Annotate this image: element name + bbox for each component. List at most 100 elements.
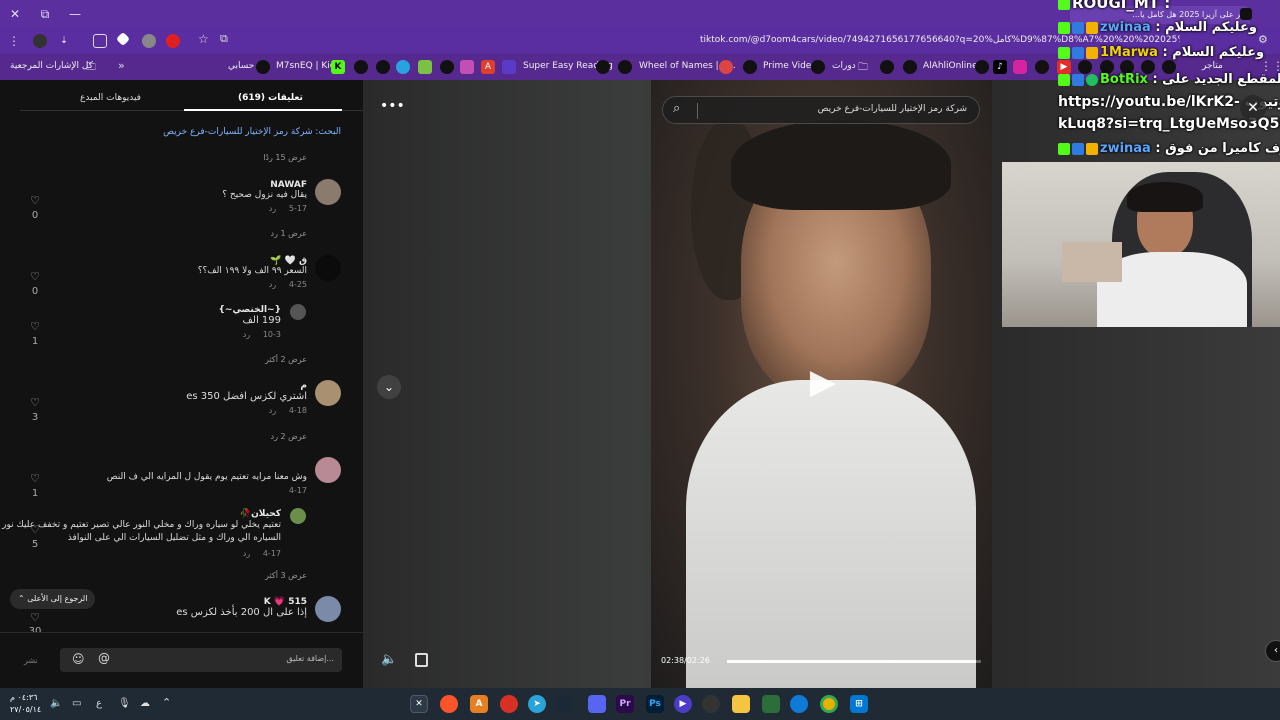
like-heart-icon[interactable]: ♡ [28,523,42,536]
comment-user[interactable]: كحيلان🥀 [1,509,281,519]
minimize-window-button[interactable]: — [60,0,90,28]
cloud-icon[interactable]: ☁ [140,698,150,709]
avatar[interactable] [315,179,341,205]
close-video-icon[interactable]: ✕ [1240,95,1266,121]
like-heart-icon[interactable]: ♡ [28,472,42,485]
comment-user[interactable]: م [186,381,307,391]
video-player[interactable]: ▶ [651,80,992,688]
comment-user[interactable]: {~الخنصي~} [219,305,282,315]
volume-icon[interactable]: 🔈 [381,652,397,667]
comment-input[interactable]: إضافة تعليق... ☺ @ [60,648,342,672]
extension-diamond-icon[interactable] [115,31,131,47]
view-replies-top[interactable]: عرض 15 ردًا [263,153,307,162]
video-search-box[interactable]: شركة رمز الإختيار للسيارات-فرع خريص ⌕ [662,96,980,124]
crown-badge-icon [1086,21,1098,34]
input-language[interactable]: ع [96,698,102,709]
comment-text: إذا على ال 200 بأخذ لكزس es [176,607,307,618]
avatar[interactable] [290,304,306,320]
like-heart-icon[interactable]: ♡ [28,194,42,207]
restore-window-button[interactable]: ⧉ [30,0,60,28]
file-explorer-icon[interactable] [732,695,750,713]
sword-badge-icon [1072,21,1084,34]
search-icon[interactable]: ⌕ [673,101,680,116]
close-window-button[interactable]: ✕ [0,0,30,28]
apps-grid-icon[interactable]: ⋮⋮ [1260,59,1280,73]
downloads-icon[interactable]: ⇣ [57,34,71,48]
emoji-icon[interactable]: ☺ [72,652,85,666]
bookmark-account[interactable]: حسابي [228,61,254,71]
globe-icon-3 [376,60,390,74]
view-replies[interactable]: عرض 1 رد [271,229,307,238]
profile-icon[interactable] [33,34,47,48]
app-red-icon[interactable] [500,695,518,713]
reply-button[interactable]: رد [269,406,276,415]
reply-button[interactable]: رد [269,280,276,289]
avatar[interactable] [315,255,341,281]
url-text[interactable]: tiktok.com/@d7oom4cars/video/74942716561… [700,35,1180,45]
globe-icon-6 [618,60,632,74]
bookmark-all[interactable]: كل الإشارات المرجعية [10,61,93,71]
comment-user[interactable]: ق 🤍 🌱 [198,256,307,266]
reply-button[interactable]: رد [269,204,276,213]
speaker-icon[interactable]: 🔈 [50,698,62,709]
app-orange-icon[interactable]: A [470,695,488,713]
avatar[interactable] [315,380,341,406]
reply-button[interactable]: رد [243,549,250,558]
like-heart-icon[interactable]: ♡ [28,270,42,283]
like-heart-icon[interactable]: ♡ [28,396,42,409]
clock-date[interactable]: ٢٧/٠٥/١٤ [10,705,41,714]
share-icon[interactable]: ⧉ [220,32,228,46]
tab-comments[interactable]: (619) تعليقات [238,93,303,103]
comment-user[interactable]: K 💗 515 [176,597,307,607]
comment-user[interactable]: NAWAF [222,180,307,190]
premiere-icon[interactable]: Pr [616,695,634,713]
view-replies[interactable]: عرض 2 رد [271,432,307,441]
task-view-icon[interactable]: ✕ [410,695,428,713]
bookmark-alahli[interactable]: AlAhliOnline [923,61,978,71]
discord-icon[interactable] [588,695,606,713]
reply-button[interactable]: رد [243,330,250,339]
telegram-icon[interactable]: ➤ [528,695,546,713]
extensions-icon[interactable] [93,34,107,48]
tray-overflow-icon[interactable]: ⌃ [162,696,171,709]
extension-red-icon[interactable] [166,34,180,48]
media-player-icon[interactable]: ▶ [674,695,692,713]
side-arrow-icon[interactable]: ‹ [1265,640,1280,662]
tab-creator-videos[interactable]: فيديوهات المبدع [80,93,141,103]
chrome-icon[interactable] [820,695,838,713]
bookmark-stores[interactable]: متاجر [1202,61,1223,71]
extension-circle-icon[interactable] [142,34,156,48]
sword-badge-icon [1072,142,1084,155]
mention-icon[interactable]: @ [98,651,110,665]
bookmark-prime-video[interactable]: Prime Video [763,61,817,71]
view-replies[interactable]: عرض 2 أكثر [265,355,307,364]
bookmark-star-icon[interactable]: ☆ [198,32,209,46]
clock-time[interactable]: ٠٤:٣٦ م [10,693,37,702]
search-hint-link[interactable]: البحث: شركة رمز الإختيار للسيارات-فرع خر… [163,127,341,137]
avatar[interactable] [290,508,306,524]
menu-dots-icon[interactable]: ⋮ [8,34,20,48]
like-heart-icon[interactable]: ♡ [28,320,42,333]
photoshop-icon[interactable]: Ps [646,695,664,713]
next-video-chevron-icon[interactable]: ⌄ [377,375,401,399]
back-to-top-button[interactable]: الرجوع إلى الأعلى ⌃ [10,589,96,609]
like-heart-icon[interactable]: ♡ [28,611,42,624]
avatar[interactable] [315,596,341,622]
mic-icon[interactable]: 🎙 [118,698,131,709]
bookmark-courses[interactable]: دورات [832,61,856,71]
more-options-icon[interactable]: ••• [380,98,405,114]
play-icon[interactable]: ▶ [806,365,840,399]
sword-badge-icon [1072,46,1084,59]
steam-icon[interactable] [556,695,574,713]
store-icon[interactable] [762,695,780,713]
start-windows-icon[interactable]: ⊞ [850,695,868,713]
brave-icon[interactable] [440,695,458,713]
edge-icon[interactable] [790,695,808,713]
video-progress-track[interactable] [727,660,981,663]
post-button[interactable]: نشر [24,656,38,665]
pip-icon[interactable] [415,653,428,667]
view-replies[interactable]: عرض 3 أكثر [265,571,307,580]
network-icon[interactable]: ▭ [72,698,81,709]
obs-icon[interactable] [702,695,720,713]
bookmark-overflow-icon[interactable]: » [118,59,125,72]
